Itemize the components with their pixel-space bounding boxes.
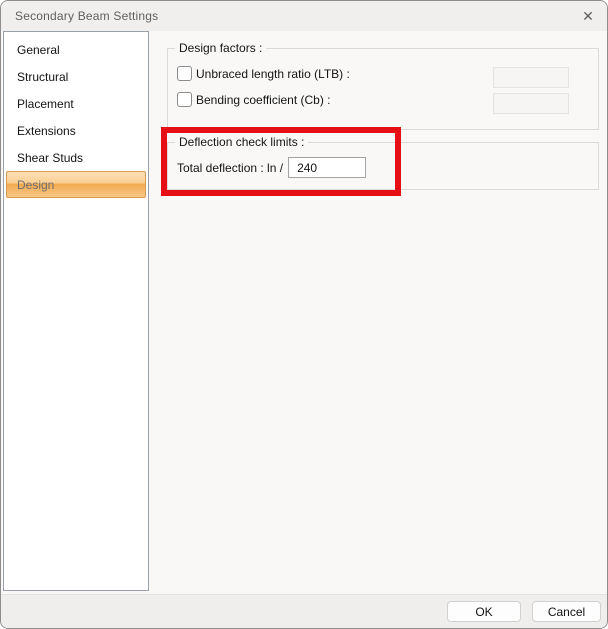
total-deflection-input[interactable] (288, 157, 367, 178)
sidebar-item-structural[interactable]: Structural (6, 63, 146, 90)
sidebar-item-design[interactable]: Design (6, 171, 146, 198)
ok-button[interactable]: OK (447, 601, 521, 622)
sidebar-item-shear-studs[interactable]: Shear Studs (6, 144, 146, 171)
sidebar-item-placement[interactable]: Placement (6, 90, 146, 117)
window-title: Secondary Beam Settings (15, 9, 159, 23)
design-factors-group: Design factors : Unbraced length ratio (… (167, 41, 599, 130)
bending-coefficient-label: Bending coefficient (Cb) : (196, 92, 331, 107)
sidebar-item-general[interactable]: General (6, 36, 146, 63)
unbraced-length-row: Unbraced length ratio (LTB) : (177, 66, 350, 81)
cancel-button[interactable]: Cancel (532, 601, 601, 622)
deflection-check-limits-group: Deflection check limits : Total deflecti… (167, 135, 599, 190)
design-factors-group-title: Design factors : (175, 41, 267, 55)
dialog-footer: OK Cancel (1, 594, 607, 628)
secondary-beam-settings-dialog: Secondary Beam Settings ✕ General Struct… (0, 0, 608, 629)
total-deflection-label: Total deflection : ln / (177, 160, 284, 175)
bending-coefficient-row: Bending coefficient (Cb) : (177, 92, 331, 107)
total-deflection-row: Total deflection : ln / (177, 157, 367, 178)
unbraced-length-checkbox[interactable] (177, 66, 192, 81)
bending-coefficient-input[interactable] (493, 93, 569, 114)
sidebar-item-extensions[interactable]: Extensions (6, 117, 146, 144)
settings-category-list: General Structural Placement Extensions … (3, 31, 149, 591)
deflection-check-limits-group-title: Deflection check limits : (175, 135, 309, 149)
title-bar: Secondary Beam Settings ✕ (1, 1, 607, 31)
unbraced-length-input[interactable] (493, 67, 569, 88)
dialog-body: General Structural Placement Extensions … (1, 31, 607, 594)
bending-coefficient-checkbox[interactable] (177, 92, 192, 107)
close-button[interactable]: ✕ (569, 1, 607, 31)
unbraced-length-label: Unbraced length ratio (LTB) : (196, 66, 350, 81)
close-icon: ✕ (582, 7, 594, 24)
